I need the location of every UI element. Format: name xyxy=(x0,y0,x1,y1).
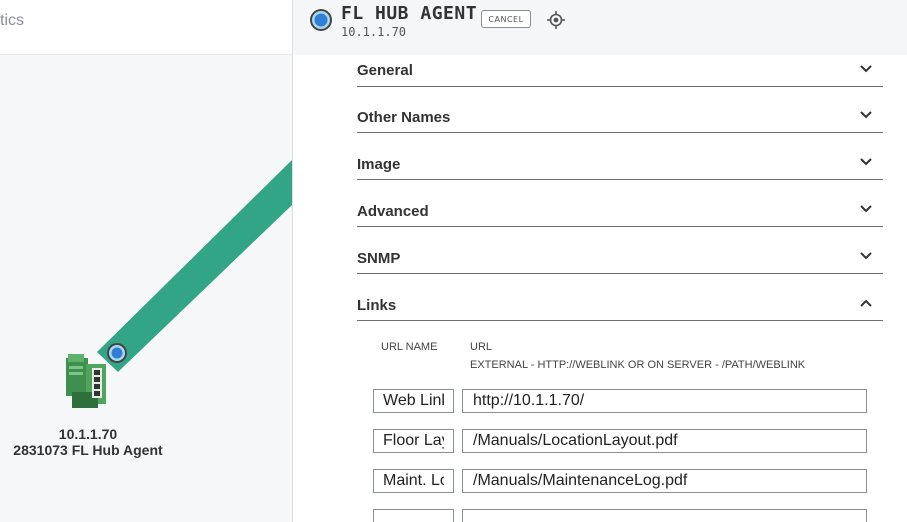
node-icon xyxy=(310,9,332,31)
chevron-down-icon xyxy=(860,158,872,166)
link-url-input[interactable] xyxy=(462,429,867,453)
link-name-input[interactable] xyxy=(373,509,454,522)
topology-map[interactable]: tics 10.1.1.70 2831073 FL Hub Agent xyxy=(0,0,292,522)
properties-panel: FL HUB AGENT 10.1.1.70 CANCEL General Ot… xyxy=(293,0,907,522)
chevron-down-icon xyxy=(860,205,872,213)
section-other-names[interactable]: Other Names xyxy=(357,86,883,133)
section-label: Other Names xyxy=(357,109,451,126)
link-url-input[interactable] xyxy=(462,509,867,522)
cancel-button[interactable]: CANCEL xyxy=(481,10,531,28)
panel-title: FL HUB AGENT xyxy=(341,3,478,24)
chevron-down-icon xyxy=(860,252,872,260)
section-label: SNMP xyxy=(357,250,401,267)
section-label: Image xyxy=(357,156,401,173)
device-name: 2831073 FL Hub Agent xyxy=(13,442,163,458)
section-links[interactable]: Links xyxy=(357,274,883,321)
section-general[interactable]: General xyxy=(357,40,883,87)
link-url-input[interactable] xyxy=(462,389,867,413)
device-ip: 10.1.1.70 xyxy=(58,426,118,442)
link-name-input[interactable] xyxy=(373,429,454,453)
links-column-url: URL xyxy=(470,341,493,353)
links-column-name: URL NAME xyxy=(381,341,438,353)
section-label: Links xyxy=(357,297,397,314)
chevron-up-icon xyxy=(860,299,872,307)
section-image[interactable]: Image xyxy=(357,133,883,180)
links-url-hint: EXTERNAL - HTTP://WEBLINK OR ON SERVER -… xyxy=(470,359,806,371)
section-snmp[interactable]: SNMP xyxy=(357,227,883,274)
link-name-input[interactable] xyxy=(373,469,454,493)
section-label: Advanced xyxy=(357,203,429,220)
hub-device-icon[interactable] xyxy=(62,352,110,412)
link-name-input[interactable] xyxy=(373,389,454,413)
section-advanced[interactable]: Advanced xyxy=(357,180,883,227)
device-label: 10.1.1.70 2831073 FL Hub Agent xyxy=(0,426,176,458)
chevron-down-icon xyxy=(860,65,872,73)
section-label: General xyxy=(357,62,413,79)
chevron-down-icon xyxy=(860,111,872,119)
link-url-input[interactable] xyxy=(462,469,867,493)
locate-icon[interactable] xyxy=(546,10,566,30)
panel-subtitle: 10.1.1.70 xyxy=(341,25,407,39)
